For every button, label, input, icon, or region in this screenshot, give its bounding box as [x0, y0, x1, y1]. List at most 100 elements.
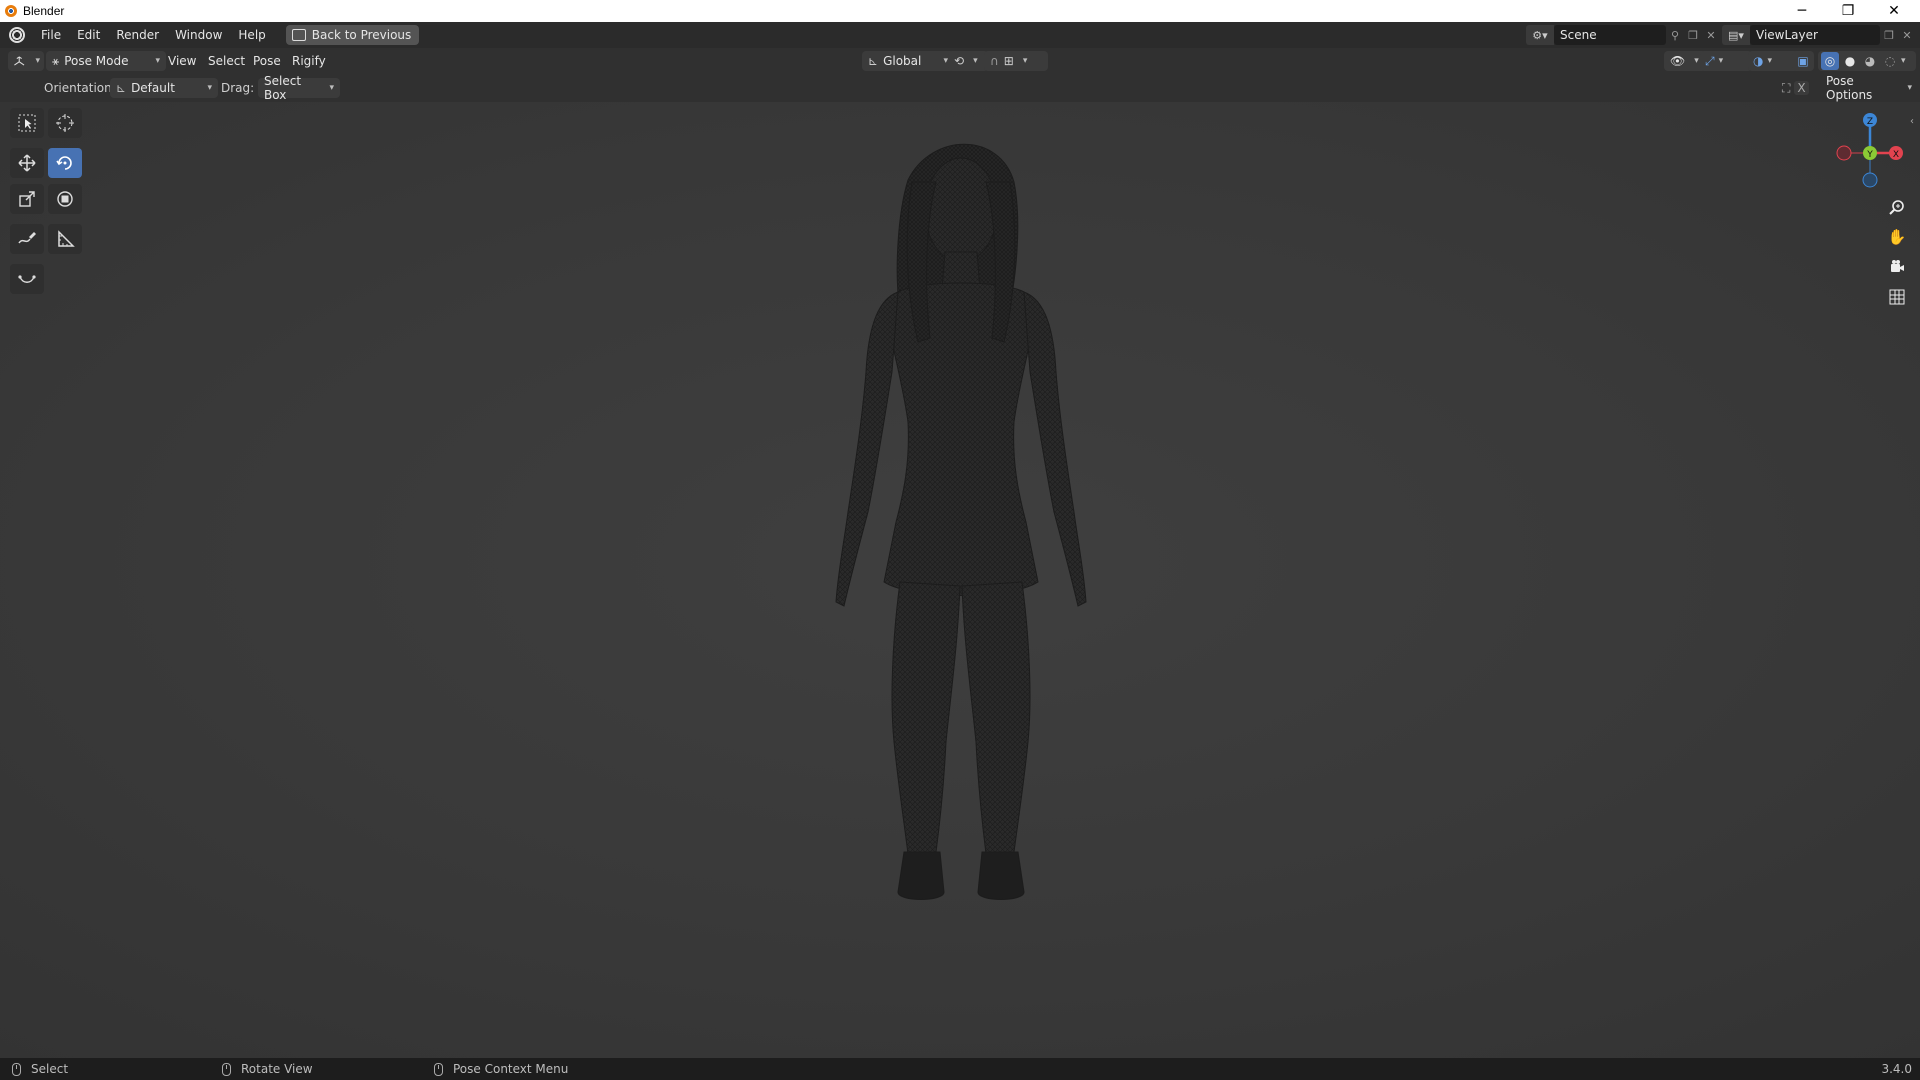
- status-select-label: Select: [31, 1062, 69, 1076]
- pose-options-dropdown[interactable]: Pose Options ▾: [1826, 74, 1912, 102]
- drag-value: Select Box: [264, 74, 302, 102]
- viewlayer-name-field[interactable]: ViewLayer: [1750, 25, 1880, 45]
- version-label: 3.4.0: [1881, 1062, 1912, 1076]
- mode-label: Pose Mode: [64, 54, 129, 68]
- rotate-icon: [56, 156, 72, 170]
- back-to-previous-button[interactable]: Back to Previous: [285, 25, 420, 45]
- xray-icon: ▣: [1797, 54, 1809, 68]
- gizmo-y-label: Y: [1866, 150, 1873, 160]
- orientation-icon: ⊾: [116, 81, 127, 95]
- orientation-label: Orientation:: [44, 81, 116, 95]
- blender-app-icon: [5, 5, 17, 17]
- scene-browse-icon[interactable]: ⚙▾: [1526, 25, 1554, 45]
- status-rotate-hint: Rotate View: [222, 1062, 313, 1076]
- status-bar: Select Rotate View Pose Context Menu 3.4…: [0, 1058, 1920, 1080]
- transform-tool[interactable]: [48, 184, 82, 214]
- snap-target-icon: ⊞: [1003, 54, 1014, 68]
- viewport-header: ▾ ⚹ Pose Mode ▾ View Select Pose Rigify …: [0, 48, 1920, 74]
- measure-tool[interactable]: [48, 224, 82, 254]
- mode-selector[interactable]: ⚹ Pose Mode ▾: [46, 51, 166, 71]
- status-rotate-label: Rotate View: [241, 1062, 313, 1076]
- right-mouse-icon: [434, 1062, 443, 1076]
- window-titlebar: Blender: [0, 0, 1920, 22]
- snap-controls[interactable]: ∩ ⊞ ▾: [984, 51, 1048, 71]
- shading-modes: ◎ ● ◕ ◌ ▾: [1818, 51, 1916, 71]
- curve-bone-icon: [18, 275, 36, 283]
- character-wireframe-mesh[interactable]: [0, 102, 1920, 1058]
- move-tool[interactable]: [10, 148, 44, 178]
- navigation-gizmo[interactable]: Z Y X: [1830, 110, 1910, 190]
- cursor-tool[interactable]: [48, 108, 82, 138]
- gizmo-z-label: Z: [1867, 117, 1873, 127]
- drag-dropdown[interactable]: Select Box ▾: [258, 74, 340, 102]
- camera-icon: [1891, 260, 1904, 272]
- scene-name-field[interactable]: Scene: [1554, 25, 1666, 45]
- minimize-button[interactable]: ─: [1780, 0, 1824, 22]
- gizmo-x-label: X: [1893, 150, 1899, 160]
- 3d-viewport[interactable]: Z Y X ✋ ‹: [0, 102, 1920, 1058]
- pin-icon[interactable]: ⚲: [1666, 25, 1684, 45]
- menu-pose[interactable]: Pose: [253, 51, 281, 71]
- new-viewlayer-icon[interactable]: ❐: [1880, 25, 1898, 45]
- select-box-icon: [18, 114, 36, 132]
- menu-edit[interactable]: Edit: [69, 22, 108, 48]
- pose-symmetry-controls[interactable]: ⛶ X: [1782, 78, 1816, 98]
- orientation-value: Default: [131, 81, 175, 95]
- perspective-toggle-button[interactable]: [1884, 284, 1910, 310]
- status-select-hint: Select: [12, 1062, 68, 1076]
- solid-shading-icon[interactable]: ●: [1841, 54, 1859, 68]
- menu-file[interactable]: File: [33, 22, 69, 48]
- bone-tool[interactable]: [10, 264, 44, 294]
- back-to-previous-label: Back to Previous: [311, 28, 412, 42]
- rotate-tool[interactable]: [48, 148, 82, 178]
- zoom-view-button[interactable]: [1884, 194, 1910, 220]
- annotate-icon: [18, 232, 36, 244]
- scene-selector: ⚙▾ Scene ⚲ ❐ ✕: [1526, 25, 1720, 45]
- screen-back-icon: [291, 29, 306, 41]
- scale-tool[interactable]: [10, 184, 44, 214]
- wireframe-shading-icon[interactable]: ◎: [1821, 52, 1839, 70]
- sidebar-toggle-icon[interactable]: ‹: [1910, 116, 1914, 127]
- restore-button[interactable]: ❐: [1826, 0, 1870, 22]
- material-shading-icon[interactable]: ◕: [1861, 54, 1879, 68]
- pivot-point-dropdown[interactable]: ⟲ ▾: [948, 51, 988, 71]
- new-scene-icon[interactable]: ❐: [1684, 25, 1702, 45]
- menu-window[interactable]: Window: [167, 22, 230, 48]
- viewlayer-selector: ▤▾ ViewLayer ❐ ✕: [1722, 25, 1916, 45]
- overlays-icon: ◑: [1753, 54, 1764, 68]
- annotate-tool[interactable]: [10, 224, 44, 254]
- editor-type-button[interactable]: ▾: [8, 51, 44, 71]
- pan-view-button[interactable]: ✋: [1884, 224, 1910, 250]
- gizmo-toggle[interactable]: ⤢ ▾: [1700, 51, 1752, 71]
- transform-orientation-dropdown[interactable]: ⊾ Global ▾: [862, 51, 954, 71]
- menu-help[interactable]: Help: [230, 22, 273, 48]
- menu-rigify[interactable]: Rigify: [292, 51, 326, 71]
- transform-icon: [57, 191, 73, 207]
- camera-view-button[interactable]: [1884, 254, 1910, 280]
- transform-orientation-label: Global: [883, 54, 922, 68]
- hand-icon: ✋: [1887, 228, 1907, 246]
- x-mirror-toggle[interactable]: X: [1794, 81, 1809, 95]
- viewlayer-browse-icon[interactable]: ▤▾: [1722, 25, 1750, 45]
- orientation-axes-icon: ⊾: [868, 54, 879, 68]
- unlink-scene-icon[interactable]: ✕: [1702, 25, 1720, 45]
- tool-settings-bar: Orientation: ⊾ Default ▾ Drag: Select Bo…: [0, 74, 1920, 103]
- measure-icon: [58, 230, 75, 247]
- menu-select[interactable]: Select: [208, 51, 245, 71]
- grid-icon: [1889, 289, 1905, 305]
- middle-mouse-icon: [222, 1062, 231, 1076]
- pose-mode-icon: ⚹: [52, 53, 60, 68]
- select-box-tool[interactable]: [10, 108, 44, 138]
- overlays-toggle[interactable]: ◑ ▾: [1748, 51, 1798, 71]
- rendered-shading-icon[interactable]: ◌: [1881, 54, 1899, 68]
- menu-view[interactable]: View: [168, 51, 196, 71]
- blender-logo-icon[interactable]: [9, 27, 25, 43]
- drag-label: Drag:: [221, 81, 255, 95]
- close-button[interactable]: ✕: [1872, 0, 1916, 22]
- xray-toggle[interactable]: ▣: [1792, 51, 1814, 71]
- left-mouse-icon: [12, 1062, 21, 1076]
- orientation-dropdown[interactable]: ⊾ Default ▾: [110, 78, 218, 98]
- menu-render[interactable]: Render: [108, 22, 167, 48]
- remove-viewlayer-icon[interactable]: ✕: [1898, 25, 1916, 45]
- status-context-label: Pose Context Menu: [453, 1062, 569, 1076]
